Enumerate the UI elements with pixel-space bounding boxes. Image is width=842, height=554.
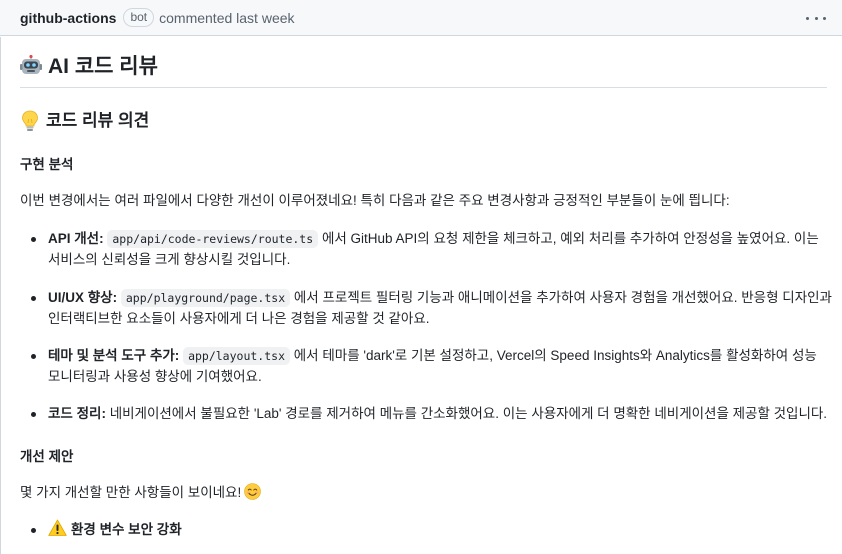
list-item-continuation: 모니터링과 사용성 향상에 기여했어요.	[48, 369, 262, 384]
list-item-label: API 개선	[48, 231, 100, 246]
file-path-code: app/playground/page.tsx	[120, 289, 291, 307]
list-item-line: UI/UX 향상: app/playground/page.tsx 에서 프로젝…	[48, 289, 832, 307]
list-item-continuation: 인터랙티브한 요소들이 사용자에게 더 나은 경험을 제공할 것 같아요.	[48, 311, 430, 326]
suggest-intro-text: 몇 가지 개선할 만한 사항들이 보이네요!	[20, 485, 242, 500]
warning-icon	[48, 519, 67, 536]
section-title-text: 코드 리뷰 의견	[46, 111, 150, 130]
title-text: AI 코드 리뷰	[48, 55, 158, 78]
list-item-line: 코드 정리: 네비게이션에서 불필요한 'Lab' 경로를 제거하여 메뉴를 간…	[48, 406, 828, 421]
bullet	[31, 528, 36, 533]
comment-author[interactable]: github-actions	[20, 10, 116, 26]
list-item-label: 테마 및 분석 도구 추가	[48, 348, 175, 363]
bullet	[31, 354, 36, 359]
bullet	[31, 412, 36, 417]
bot-badge: bot	[123, 8, 155, 27]
list-item-text: 에서 GitHub API의 요청 제한을 체크하고, 예외 처리를 추가하여 …	[321, 231, 819, 246]
comment-meta[interactable]: commented last week	[159, 10, 294, 26]
bullet	[31, 237, 36, 242]
section-title: 코드 리뷰 의견	[20, 110, 149, 132]
analysis-heading: 구현 분석	[20, 157, 74, 172]
list-item-text: 네비게이션에서 불필요한 'Lab' 경로를 제거하여 메뉴를 간소화했어요. …	[109, 406, 828, 421]
list-item-label: 코드 정리	[48, 406, 102, 421]
list-item-line: 환경 변수 보안 강화	[48, 519, 182, 541]
page-title: AI 코드 리뷰	[20, 55, 827, 88]
list-item-text: 에서 프로젝트 필터링 기능과 애니메이션을 추가하여 사용자 경험을 개선했어…	[293, 290, 832, 305]
list-item-line: 테마 및 분석 도구 추가: app/layout.tsx 에서 테마를 'da…	[48, 347, 817, 365]
robot-icon	[20, 55, 42, 74]
list-item-continuation: 서비스의 신뢰성을 크게 향상시킬 것입니다.	[48, 252, 291, 267]
file-path-code: app/api/code-reviews/route.ts	[107, 230, 319, 248]
more-options-icon[interactable]	[806, 11, 826, 25]
smile-icon	[244, 483, 262, 500]
list-item-line: API 개선: app/api/code-reviews/route.ts 에서…	[48, 230, 819, 248]
lightbulb-icon	[22, 110, 38, 131]
list-item-label: 환경 변수 보안 강화	[71, 522, 182, 537]
list-item-text: 에서 테마를 'dark'로 기본 설정하고, Vercel의 Speed In…	[293, 348, 817, 363]
comment-header: github-actions bot commented last week	[0, 0, 842, 36]
bullet	[31, 296, 36, 301]
intro-paragraph: 이번 변경에서는 여러 파일에서 다양한 개선이 이루어졌네요! 특히 다음과 …	[20, 193, 730, 208]
suggest-intro-paragraph: 몇 가지 개선할 만한 사항들이 보이네요!	[20, 483, 262, 503]
suggest-heading: 개선 제안	[20, 449, 74, 464]
list-item-label: UI/UX 향상	[48, 290, 113, 305]
file-path-code: app/layout.tsx	[183, 347, 290, 365]
